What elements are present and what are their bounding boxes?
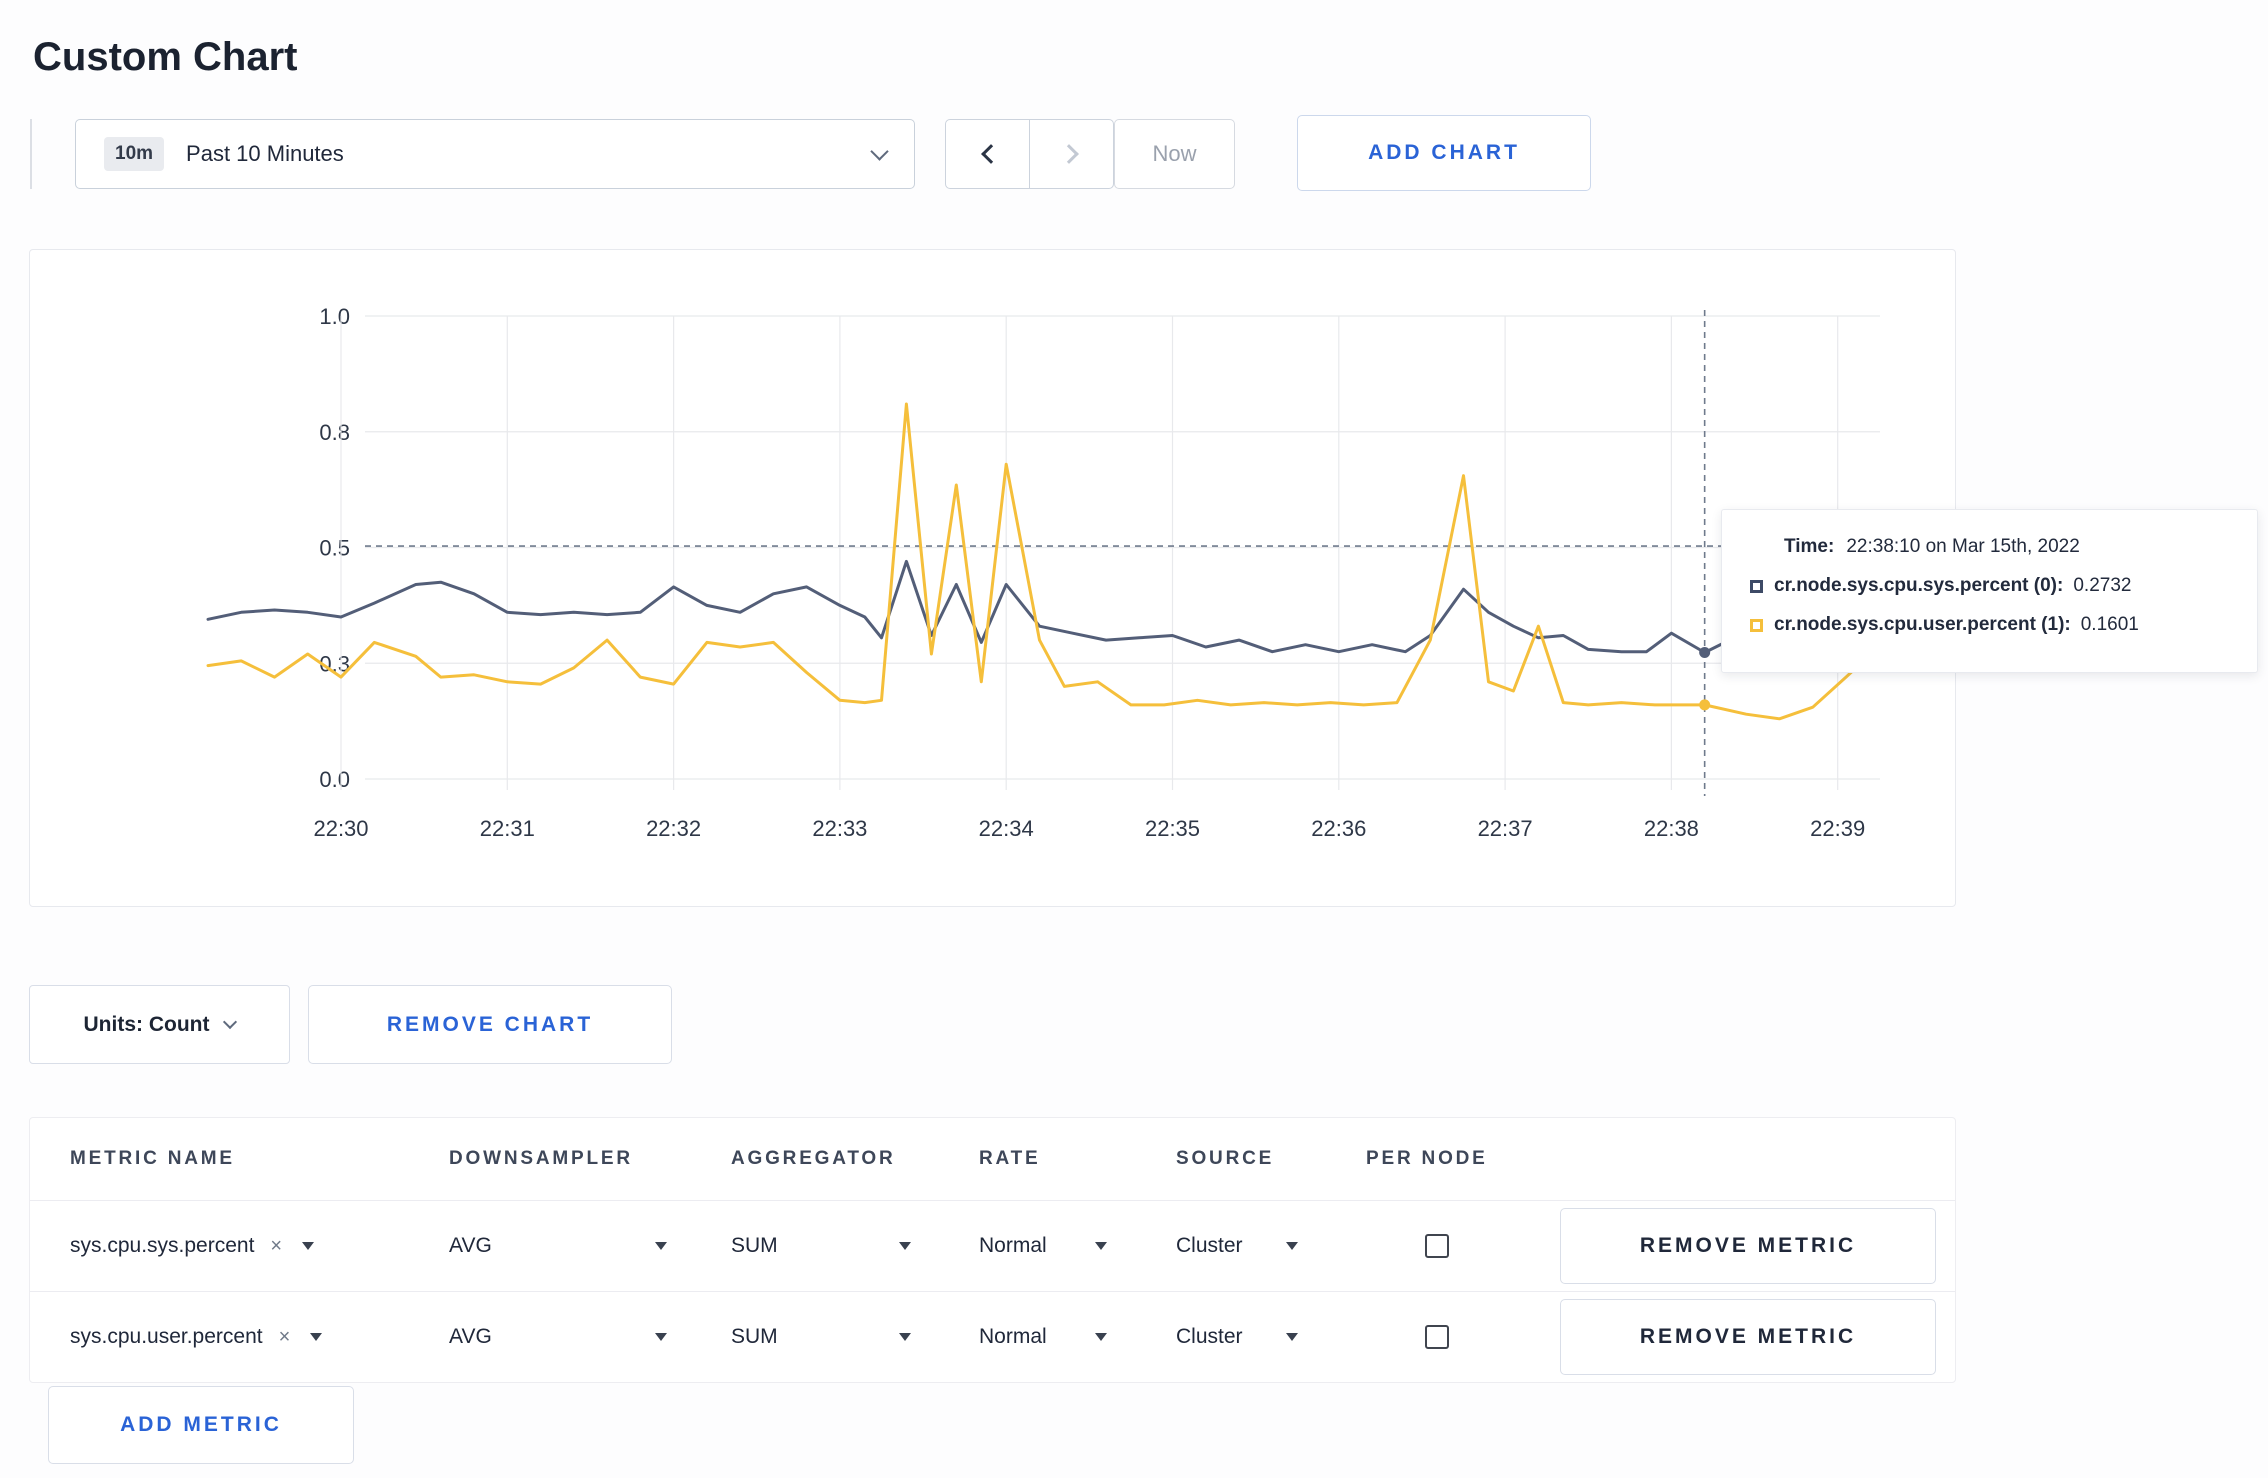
add-chart-button[interactable]: ADD CHART bbox=[1297, 115, 1591, 191]
downsampler-select[interactable]: AVG bbox=[449, 1234, 667, 1258]
chart-tooltip: Time: 22:38:10 on Mar 15th, 2022 cr.node.… bbox=[1721, 509, 2258, 673]
caret-down-icon bbox=[899, 1242, 911, 1250]
series-swatch-sys bbox=[1750, 579, 1763, 593]
svg-text:22:37: 22:37 bbox=[1478, 816, 1533, 841]
downsampler-select[interactable]: AVG bbox=[449, 1325, 667, 1349]
metrics-line-chart[interactable]: 0.00.30.50.81.022:30 22:31 22:32 22:33 22:34… bbox=[30, 250, 1955, 906]
caret-down-icon bbox=[1286, 1333, 1298, 1341]
chevron-right-icon bbox=[1058, 144, 1079, 164]
svg-text:22:34: 22:34 bbox=[979, 816, 1034, 841]
source-select[interactable]: Cluster bbox=[1176, 1325, 1298, 1349]
chevron-down-icon bbox=[223, 1014, 238, 1030]
caret-down-icon bbox=[310, 1333, 323, 1341]
remove-metric-button[interactable]: REMOVE METRIC bbox=[1560, 1299, 1936, 1375]
caret-down-icon bbox=[899, 1333, 911, 1341]
header-source: SOURCE bbox=[1176, 1148, 1275, 1169]
clear-metric-icon[interactable]: × bbox=[270, 1235, 282, 1258]
metric-row-sys: sys.cpu.sys.percent × AVG SUM Normal Clu… bbox=[30, 1200, 1955, 1291]
aggregator-select[interactable]: SUM bbox=[731, 1325, 911, 1349]
tooltip-time: Time: 22:38:10 on Mar 15th, 2022 bbox=[1784, 536, 2080, 557]
svg-text:22:32: 22:32 bbox=[646, 816, 701, 841]
svg-text:22:38: 22:38 bbox=[1644, 816, 1699, 841]
source-select[interactable]: Cluster bbox=[1176, 1234, 1298, 1258]
units-dropdown[interactable]: Units: Count bbox=[29, 985, 290, 1064]
metrics-table-header: METRIC NAME DOWNSAMPLER AGGREGATOR RATE … bbox=[30, 1118, 1955, 1200]
header-aggregator: AGGREGATOR bbox=[731, 1148, 896, 1169]
svg-text:1.0: 1.0 bbox=[319, 304, 350, 329]
header-metric-name: METRIC NAME bbox=[70, 1148, 235, 1169]
now-button[interactable]: Now bbox=[1114, 119, 1235, 189]
tooltip-series-row: cr.node.sys.cpu.sys.percent (0): 0.2732 bbox=[1750, 575, 2229, 597]
svg-text:22:35: 22:35 bbox=[1145, 816, 1200, 841]
time-range-dropdown[interactable]: 10m Past 10 Minutes bbox=[75, 119, 915, 189]
toolbar-divider bbox=[30, 119, 32, 189]
chevron-left-icon bbox=[980, 144, 1001, 164]
page-title: Custom Chart bbox=[33, 34, 298, 79]
svg-text:22:39: 22:39 bbox=[1810, 816, 1865, 841]
svg-text:22:30: 22:30 bbox=[313, 816, 368, 841]
metric-row-user: sys.cpu.user.percent × AVG SUM Normal Cl… bbox=[30, 1291, 1955, 1382]
caret-down-icon bbox=[655, 1242, 667, 1250]
add-metric-button[interactable]: ADD METRIC bbox=[48, 1386, 354, 1464]
per-node-cell bbox=[1425, 1325, 1449, 1349]
per-node-checkbox[interactable] bbox=[1425, 1234, 1449, 1258]
header-downsampler: DOWNSAMPLER bbox=[449, 1148, 633, 1169]
chart-card: 0.0 0.3 0.5 0.8 1.0 22:30 22:31 22:32 22:33 22:34… bbox=[29, 249, 1956, 907]
time-range-label: Past 10 Minutes bbox=[186, 141, 344, 166]
time-back-button[interactable] bbox=[945, 119, 1030, 189]
caret-down-icon bbox=[1286, 1242, 1298, 1250]
caret-down-icon bbox=[1095, 1333, 1107, 1341]
aggregator-select[interactable]: SUM bbox=[731, 1234, 911, 1258]
metric-name-select[interactable]: sys.cpu.sys.percent × bbox=[70, 1234, 315, 1258]
caret-down-icon bbox=[302, 1242, 315, 1250]
svg-text:22:33: 22:33 bbox=[812, 816, 867, 841]
chevron-down-icon bbox=[870, 141, 889, 161]
remove-metric-button[interactable]: REMOVE METRIC bbox=[1560, 1208, 1936, 1284]
series-swatch-user bbox=[1750, 618, 1763, 632]
clear-metric-icon[interactable]: × bbox=[279, 1326, 291, 1349]
caret-down-icon bbox=[655, 1333, 667, 1341]
remove-chart-button[interactable]: REMOVE CHART bbox=[308, 985, 672, 1064]
svg-text:22:31: 22:31 bbox=[480, 816, 535, 841]
tooltip-series-row: cr.node.sys.cpu.user.percent (1): 0.1601 bbox=[1750, 614, 2229, 636]
per-node-checkbox[interactable] bbox=[1425, 1325, 1449, 1349]
rate-select[interactable]: Normal bbox=[979, 1234, 1107, 1258]
time-forward-button[interactable] bbox=[1029, 119, 1114, 189]
svg-text:0.8: 0.8 bbox=[319, 420, 350, 445]
per-node-cell bbox=[1425, 1234, 1449, 1258]
time-range-badge: 10m bbox=[104, 137, 165, 171]
header-per-node: PER NODE bbox=[1366, 1148, 1488, 1169]
header-rate: RATE bbox=[979, 1148, 1041, 1169]
caret-down-icon bbox=[1095, 1242, 1107, 1250]
metrics-table: METRIC NAME DOWNSAMPLER AGGREGATOR RATE … bbox=[29, 1117, 1956, 1383]
svg-text:22:36: 22:36 bbox=[1311, 816, 1366, 841]
metric-name-select[interactable]: sys.cpu.user.percent × bbox=[70, 1325, 323, 1349]
svg-text:0.5: 0.5 bbox=[319, 536, 350, 561]
rate-select[interactable]: Normal bbox=[979, 1325, 1107, 1349]
svg-text:0.0: 0.0 bbox=[319, 767, 350, 792]
